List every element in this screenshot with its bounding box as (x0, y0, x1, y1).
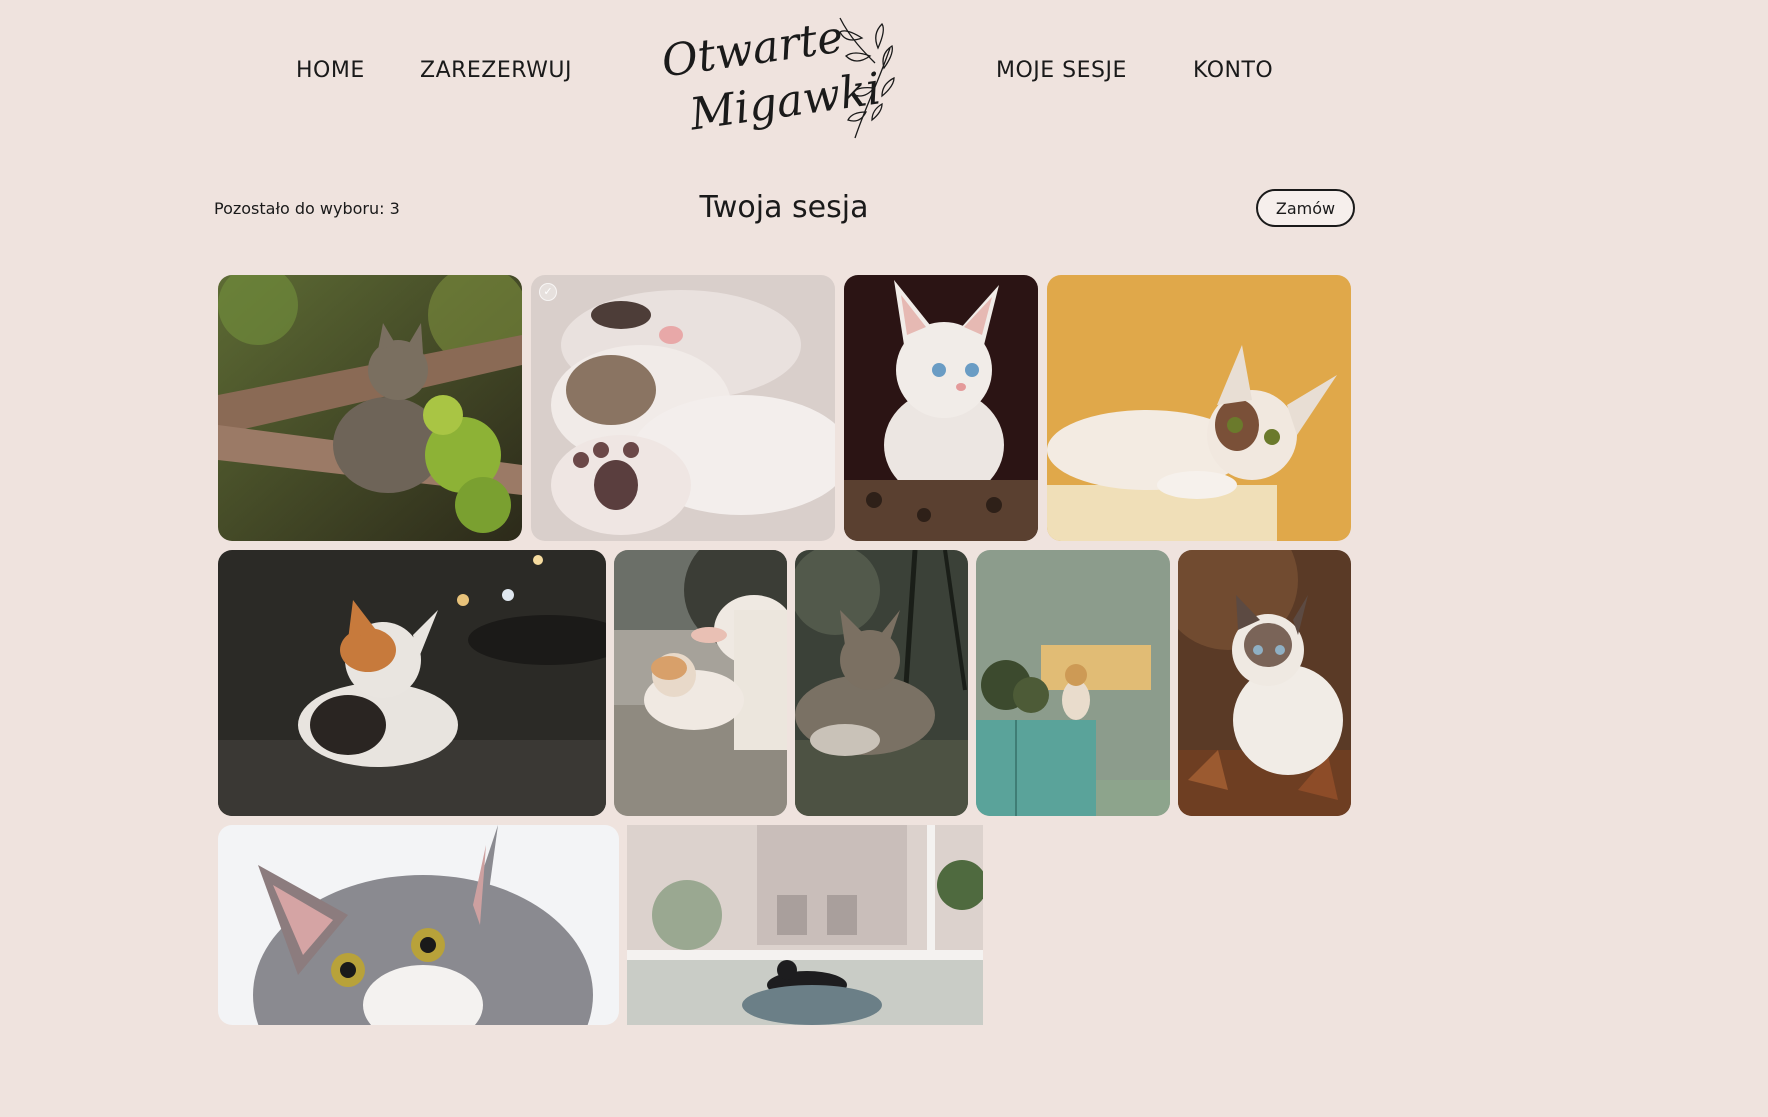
photo-3[interactable] (844, 275, 1038, 541)
photo-9[interactable] (1178, 550, 1351, 816)
selected-check-icon[interactable]: ✓ (539, 283, 557, 301)
photo-10[interactable] (218, 825, 619, 1025)
photo-2[interactable]: ✓ (531, 275, 835, 541)
photo-6[interactable] (614, 550, 787, 816)
photo-4[interactable] (1047, 275, 1351, 541)
photo-1[interactable] (218, 275, 522, 541)
photo-5[interactable] (218, 550, 606, 816)
order-button[interactable]: Zamów (1256, 189, 1355, 227)
photo-11[interactable] (627, 825, 983, 1025)
photo-7[interactable] (795, 550, 968, 816)
photo-8[interactable] (976, 550, 1170, 816)
nav-book[interactable]: ZAREZERWUJ (420, 58, 572, 83)
logo[interactable]: Otwarte Migawki (650, 8, 910, 148)
nav-my-sessions[interactable]: MOJE SESJE (996, 58, 1127, 83)
nav-home[interactable]: HOME (296, 58, 365, 83)
nav-account[interactable]: KONTO (1193, 58, 1273, 83)
